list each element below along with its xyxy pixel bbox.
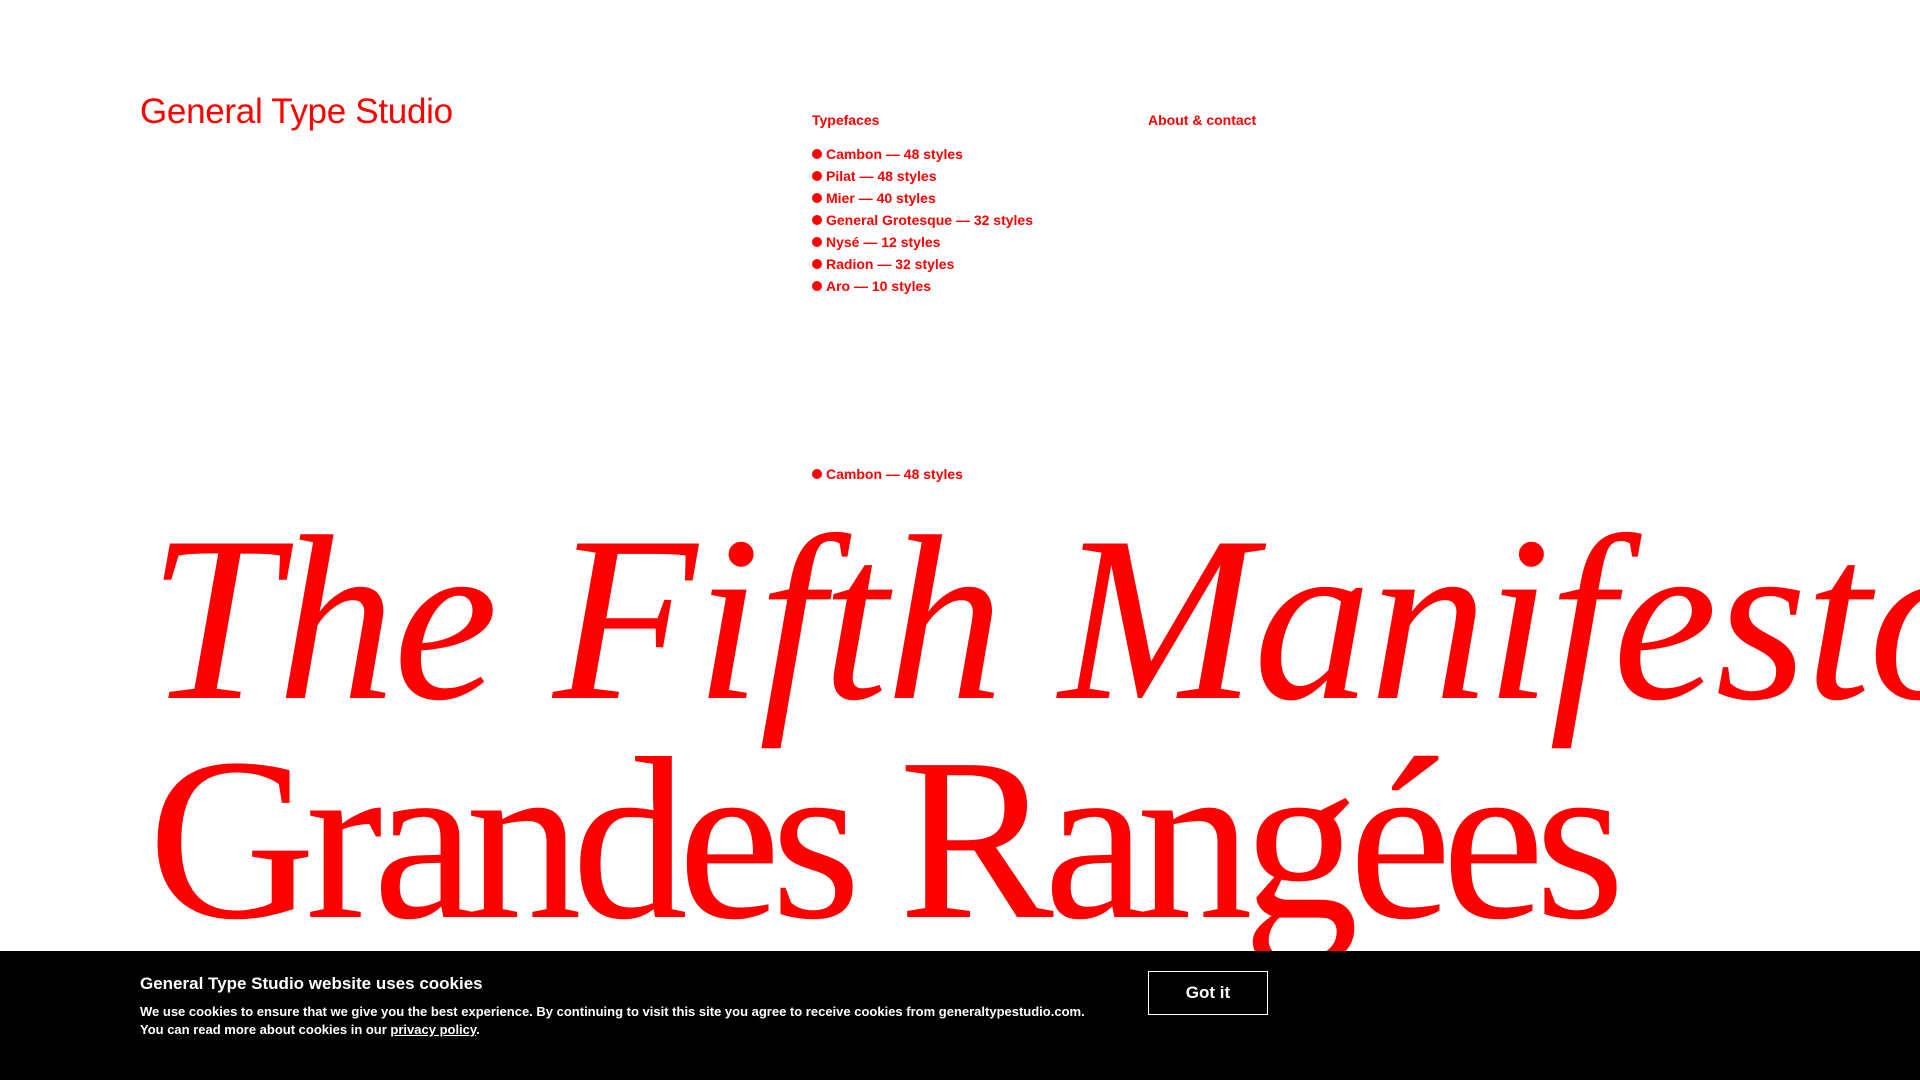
typeface-item-aro[interactable]: Aro — 10 styles: [812, 275, 1033, 297]
specimen-line-roman: Grandes Rangées: [148, 711, 1625, 968]
privacy-policy-link[interactable]: privacy policy: [390, 1022, 476, 1037]
got-it-button[interactable]: Got it: [1148, 971, 1268, 1015]
typeface-item-mier[interactable]: Mier — 40 styles: [812, 187, 1033, 209]
typeface-item-radion[interactable]: Radion — 32 styles: [812, 253, 1033, 275]
site-logo[interactable]: General Type Studio: [140, 90, 453, 134]
about-contact-link[interactable]: About & contact: [1148, 111, 1256, 129]
typeface-item-pilat[interactable]: Pilat — 48 styles: [812, 165, 1033, 187]
bullet-dot-icon: [812, 259, 822, 269]
cookie-message-text: We use cookies to ensure that we give yo…: [140, 1004, 1085, 1037]
specimen-line-italic: The Fifth Manifesto: [148, 489, 1920, 750]
bullet-dot-icon: [812, 193, 822, 203]
bullet-dot-icon: [812, 171, 822, 181]
bullet-dot-icon: [812, 149, 822, 159]
bullet-dot-icon: [812, 215, 822, 225]
about-nav: About & contact: [1148, 111, 1256, 143]
bullet-dot-icon: [812, 469, 822, 479]
typeface-item-nyse[interactable]: Nysé — 12 styles: [812, 231, 1033, 253]
typeface-item-label: Pilat — 48 styles: [826, 168, 937, 184]
current-typeface-label: Cambon — 48 styles: [826, 466, 963, 482]
typeface-item-cambon[interactable]: Cambon — 48 styles: [812, 143, 1033, 165]
typeface-item-general-grotesque[interactable]: General Grotesque — 32 styles: [812, 209, 1033, 231]
typeface-list: Cambon — 48 styles Pilat — 48 styles Mie…: [812, 143, 1033, 297]
cookie-message-end: .: [476, 1022, 480, 1037]
bullet-dot-icon: [812, 237, 822, 247]
cookie-banner: General Type Studio website uses cookies…: [0, 951, 1920, 1080]
typeface-item-label: Aro — 10 styles: [826, 278, 932, 294]
cookie-message: We use cookies to ensure that we give yo…: [140, 1003, 1090, 1039]
current-typeface-link[interactable]: Cambon — 48 styles: [812, 463, 963, 485]
typeface-item-label: Nysé — 12 styles: [826, 234, 941, 250]
cookie-title: General Type Studio website uses cookies: [140, 974, 483, 993]
typefaces-link[interactable]: Typefaces: [812, 111, 1033, 129]
typeface-item-label: Mier — 40 styles: [826, 190, 936, 206]
typefaces-nav: Typefaces Cambon — 48 styles Pilat — 48 …: [812, 111, 1033, 297]
typeface-item-label: Cambon — 48 styles: [826, 146, 963, 162]
typeface-item-label: General Grotesque — 32 styles: [826, 212, 1033, 228]
bullet-dot-icon: [812, 281, 822, 291]
typeface-item-label: Radion — 32 styles: [826, 256, 955, 272]
